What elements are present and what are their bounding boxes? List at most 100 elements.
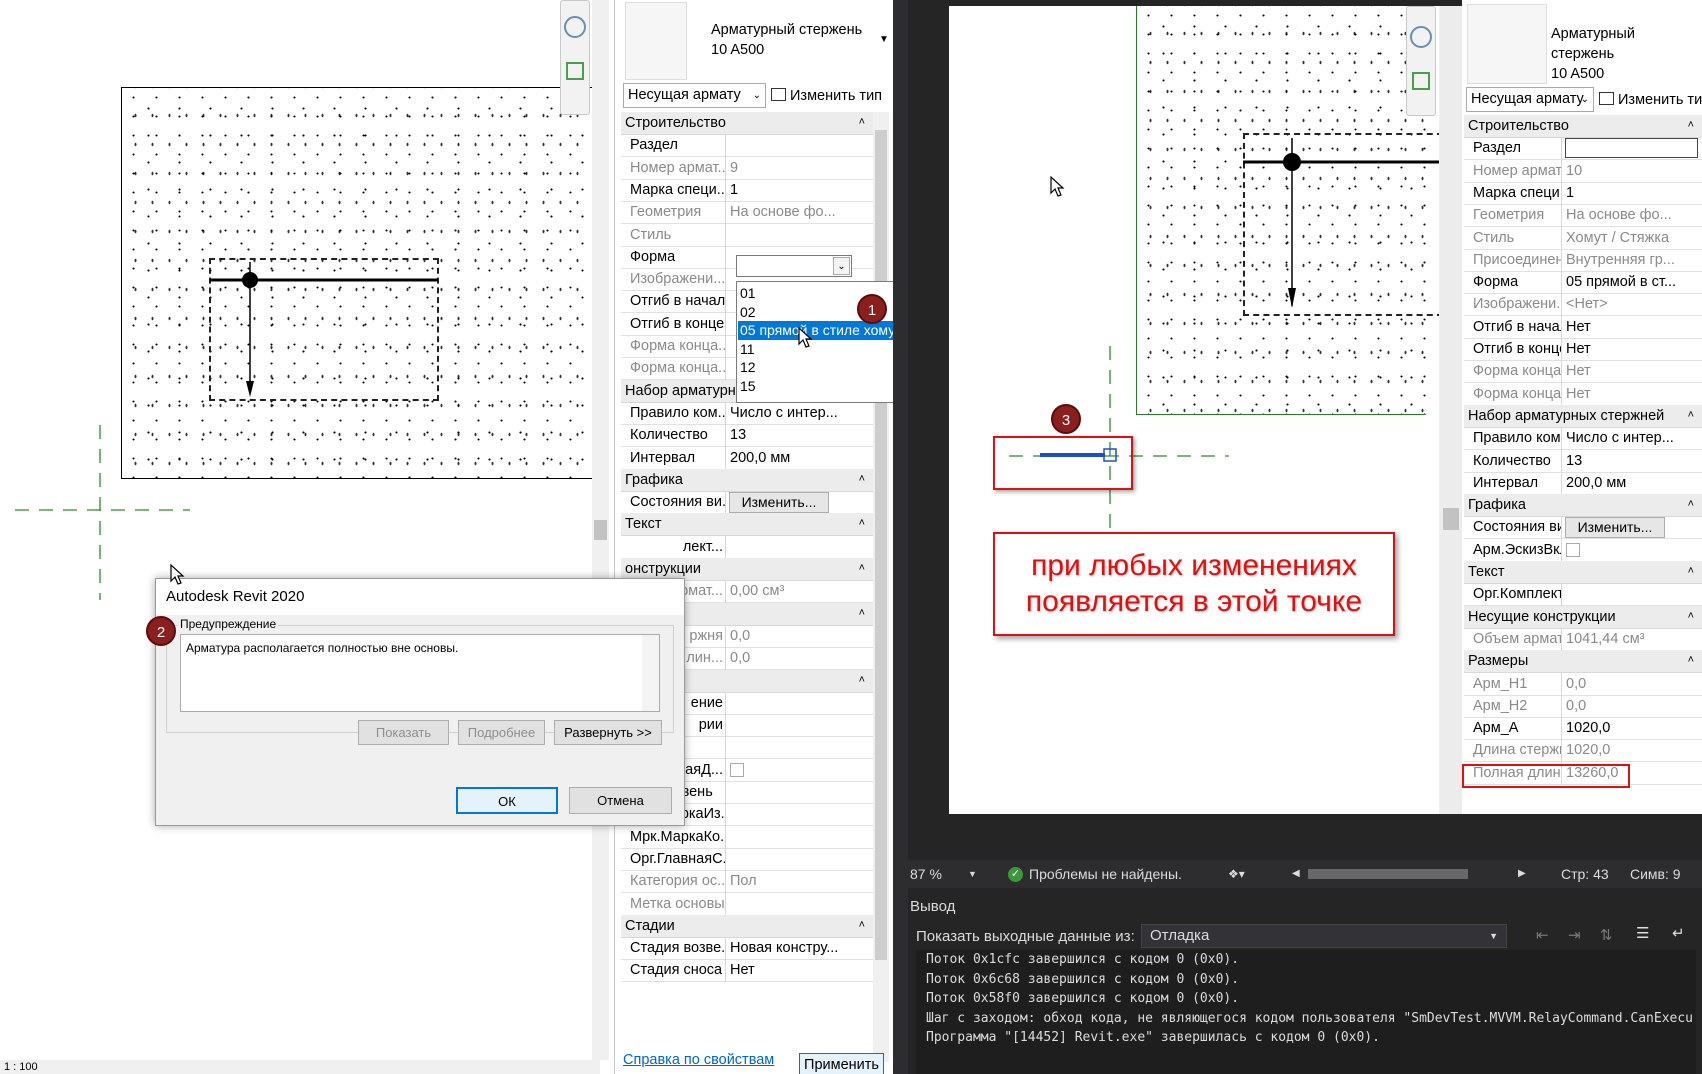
canvas-scroll-thumb[interactable] [1443, 508, 1459, 530]
left-prop-collapse-icon[interactable]: ˄ [859, 517, 865, 529]
edit-type-button[interactable]: Изменить тип [771, 84, 889, 108]
left-view-canvas[interactable]: 1 : 100 [0, 0, 609, 1074]
ok-button[interactable]: ОК [456, 787, 558, 814]
warning-message-box[interactable]: Арматура располагается полностью вне осн… [180, 634, 660, 712]
right-prop-value[interactable]: Нет [1563, 316, 1702, 339]
right-prop-value[interactable] [1563, 539, 1702, 562]
left-prop-value[interactable] [727, 759, 873, 782]
goto-prev-icon[interactable]: ⇤ [1536, 926, 1549, 944]
left-prop-row[interactable]: Стиль [621, 223, 873, 247]
right-prop-collapse-icon[interactable]: ˄ [1688, 565, 1694, 577]
right-prop-value[interactable]: 0,0 [1563, 695, 1702, 718]
right-prop-value[interactable]: 1020,0 [1563, 739, 1702, 762]
left-prop-collapse-icon[interactable]: ˄ [859, 116, 865, 128]
left-prop-value[interactable]: Изменить... [727, 491, 873, 514]
left-prop-value[interactable] [727, 826, 873, 849]
left-prop-row[interactable]: лект... [621, 535, 873, 559]
right-prop-value[interactable]: 0,0 [1563, 673, 1702, 696]
right-prop-row[interactable]: Интервал 200,0 мм [1464, 471, 1702, 495]
right-prop-row[interactable]: Присоединен...Внутренняя гр... [1464, 248, 1702, 272]
left-prop-row[interactable]: Метка основы [621, 892, 873, 916]
type-selector-arrow-icon[interactable]: ▼ [879, 34, 889, 45]
right-prop-value[interactable]: Нет [1563, 360, 1702, 383]
right-prop-edit-button[interactable]: Изменить... [1565, 517, 1665, 539]
combobox-arrow-icon[interactable]: ⌄ [833, 257, 850, 275]
right-navigation-bar[interactable] [1406, 6, 1436, 116]
find-message-icon[interactable]: ⇅ [1600, 926, 1613, 944]
right-prop-value[interactable]: Нет [1563, 338, 1702, 361]
zoom-region-icon-right[interactable] [1412, 72, 1430, 90]
right-prop-row[interactable]: Арм_А 1020,0 [1464, 717, 1702, 741]
left-prop-collapse-icon[interactable]: ˄ [859, 919, 865, 931]
left-prop-value[interactable]: Пол [727, 870, 873, 893]
left-prop-value[interactable] [727, 714, 873, 737]
right-prop-value[interactable]: Изменить... [1563, 516, 1702, 539]
left-prop-value[interactable] [727, 134, 873, 157]
message-scrollbar[interactable] [642, 635, 659, 711]
left-prop-value[interactable]: На основе фо... [727, 201, 873, 224]
left-prop-row[interactable]: Интервал 200,0 мм [621, 446, 873, 470]
left-prop-row[interactable]: Номер армат... 9 [621, 156, 873, 180]
left-prop-value[interactable] [727, 848, 873, 871]
right-prop-value[interactable]: На основе фо... [1563, 204, 1702, 227]
left-prop-value[interactable] [727, 536, 873, 559]
right-prop-value[interactable]: 1020,0 [1563, 717, 1702, 740]
word-wrap-icon[interactable]: ↵ [1672, 924, 1685, 942]
output-source-select[interactable]: Отладка ▼ [1141, 924, 1507, 948]
left-prop-row[interactable]: Количество 13 [621, 424, 873, 448]
left-prop-row[interactable]: Геометрия На основе фо... [621, 201, 873, 225]
right-prop-row[interactable]: Арм_H1 0,0 [1464, 672, 1702, 696]
right-prop-row[interactable]: Изображени... <Нет> [1464, 293, 1702, 317]
right-prop-collapse-icon[interactable]: ˄ [1688, 498, 1694, 510]
right-prop-collapse-icon[interactable]: ˄ [1688, 119, 1694, 131]
shape-combobox[interactable]: ⌄ [736, 255, 852, 277]
left-prop-row[interactable]: Правило ком... Число с интер... [621, 401, 873, 425]
right-prop-checkbox[interactable] [1566, 542, 1580, 557]
zoom-dropdown-icon[interactable]: ▼ [968, 860, 977, 888]
scroll-left-icon[interactable]: ◀ [1292, 860, 1300, 888]
right-prop-row[interactable]: Арм_H2 0,0 [1464, 694, 1702, 718]
left-prop-checkbox[interactable] [730, 762, 744, 777]
left-prop-row[interactable]: Орг.ГлавнаяС... [621, 847, 873, 871]
left-prop-value[interactable] [727, 736, 873, 759]
left-prop-row[interactable]: Мрк.МаркаКо... [621, 825, 873, 849]
more-info-button[interactable]: Подробнее [458, 720, 545, 745]
left-prop-row[interactable]: Раздел [621, 134, 873, 158]
instance-filter-select-right[interactable]: Несущая армату ⌄ [1466, 87, 1594, 112]
left-prop-value[interactable]: Число с интер... [727, 402, 873, 425]
left-prop-value[interactable]: 0,00 см³ [727, 580, 873, 603]
right-prop-row[interactable]: Номер армат...10 [1464, 159, 1702, 183]
right-prop-value[interactable]: <Нет> [1563, 293, 1702, 316]
edit-type-button-right[interactable]: Изменить ти [1599, 88, 1702, 112]
properties-scroll-thumb[interactable] [875, 130, 887, 960]
left-prop-value[interactable]: Новая констру... [727, 937, 873, 960]
right-prop-value[interactable]: 05 прямой в ст... [1563, 271, 1702, 294]
right-prop-row[interactable]: Геометрия На основе фо... [1464, 204, 1702, 228]
left-prop-row[interactable]: Стадия сноса Нет [621, 959, 873, 983]
right-prop-row[interactable]: Арм.ЭскизВкл [1464, 538, 1702, 562]
left-prop-collapse-icon[interactable]: ˄ [859, 562, 865, 574]
left-prop-value[interactable]: 0,0 [727, 625, 873, 648]
output-log[interactable]: Поток 0x1cfc завершился с кодом 0 (0x0).… [916, 950, 1696, 1074]
left-prop-collapse-icon[interactable]: ˄ [859, 674, 865, 686]
apply-button[interactable]: Применить [799, 1053, 884, 1074]
left-prop-row[interactable]: Марка специ... 1 [621, 178, 873, 202]
left-prop-value[interactable]: 9 [727, 157, 873, 180]
instance-filter-select[interactable]: Несущая армату ⌄ [623, 83, 766, 108]
right-prop-row[interactable]: Раздел [1464, 137, 1702, 161]
right-prop-value[interactable]: 10 [1563, 160, 1702, 183]
right-prop-row[interactable]: Правило ком...Число с интер... [1464, 427, 1702, 451]
right-prop-text-input[interactable] [1565, 138, 1698, 159]
scroll-right-icon[interactable]: ▶ [1518, 860, 1526, 888]
left-prop-value[interactable]: Нет [727, 959, 873, 982]
right-prop-value[interactable]: Число с интер... [1563, 427, 1702, 450]
right-prop-collapse-icon[interactable]: ˄ [1688, 409, 1694, 421]
right-prop-collapse-icon[interactable]: ˄ [1688, 654, 1694, 666]
right-prop-value[interactable]: 200,0 мм [1563, 472, 1702, 495]
right-prop-row[interactable]: Состояния ви...Изменить... [1464, 516, 1702, 540]
right-prop-row[interactable]: Отгиб в конце Нет [1464, 338, 1702, 361]
zoom-level[interactable]: 87 % [910, 860, 942, 888]
right-prop-row[interactable]: Форма 05 прямой в ст... [1464, 271, 1702, 295]
left-prop-edit-button[interactable]: Изменить... [729, 492, 829, 514]
right-prop-row[interactable]: Отгиб в началеНет [1464, 315, 1702, 339]
